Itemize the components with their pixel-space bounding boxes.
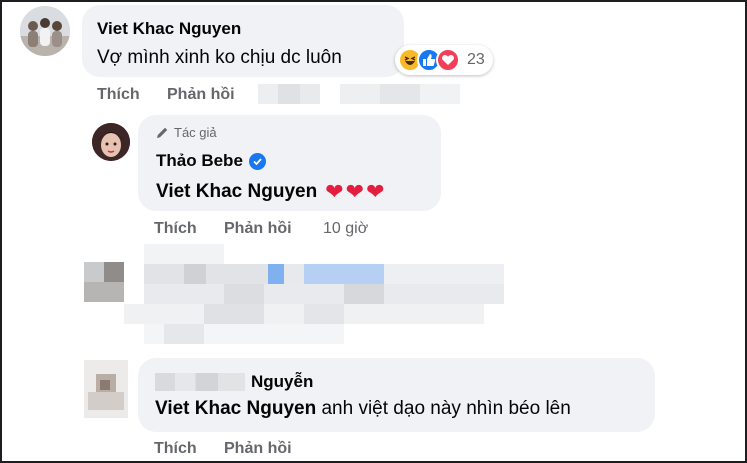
mention-link[interactable]: Viet Khac Nguyen — [156, 181, 317, 203]
comment-text: Vợ mình xinh ko chịu dc luôn — [97, 47, 342, 68]
reply-author-row: Nguyễn — [155, 372, 313, 392]
reply-author[interactable]: Nguyễn — [251, 372, 313, 392]
timestamp[interactable]: 10 giờ — [323, 220, 368, 238]
verified-icon — [248, 152, 266, 170]
author-badge-label: Tác giả — [174, 125, 217, 140]
blurred-name — [155, 373, 245, 391]
comment-bubble: Viet Khac Nguyen Vợ mình xinh ko chịu dc… — [82, 5, 404, 77]
group-photo-icon — [20, 6, 70, 56]
blurred-text — [258, 84, 320, 104]
love-icon — [436, 48, 460, 72]
reply-text: Viet Khac Nguyen ❤❤❤ — [156, 179, 387, 205]
author-badge: Tác giả — [156, 125, 217, 140]
blurred-text — [340, 84, 460, 104]
comment-author[interactable]: Viet Khac Nguyen — [97, 19, 241, 39]
reply-author-row: Thảo Bebe — [156, 151, 266, 171]
reply-author[interactable]: Thảo Bebe — [156, 151, 243, 171]
pixelated-comment — [84, 244, 504, 350]
mention-link[interactable]: Viet Khac Nguyen — [155, 398, 316, 419]
reply-message: anh việt dạo này nhìn béo lên — [321, 398, 571, 419]
avatar[interactable] — [20, 6, 70, 56]
heart-emoji: ❤❤❤ — [325, 179, 387, 204]
like-button[interactable]: Thích — [154, 440, 197, 458]
blurred-avatar — [84, 360, 128, 418]
reply-text: Viet Khac Nguyen anh việt dạo này nhìn b… — [155, 398, 571, 420]
like-button[interactable]: Thích — [97, 86, 140, 104]
profile-photo-icon — [92, 123, 130, 161]
avatar[interactable] — [92, 123, 130, 161]
reply-bubble: Tác giả Thảo Bebe Viet Khac Nguyen ❤❤❤ — [138, 115, 441, 211]
reply-button[interactable]: Phản hồi — [224, 220, 292, 238]
pencil-icon — [157, 127, 168, 138]
like-button[interactable]: Thích — [154, 220, 197, 238]
reaction-summary[interactable]: 23 — [395, 45, 493, 75]
reply-bubble: Nguyễn Viet Khac Nguyen anh việt dạo này… — [138, 358, 655, 432]
reply-button[interactable]: Phản hồi — [224, 440, 292, 458]
reply-button[interactable]: Phản hồi — [167, 86, 235, 104]
reaction-count: 23 — [467, 51, 485, 68]
